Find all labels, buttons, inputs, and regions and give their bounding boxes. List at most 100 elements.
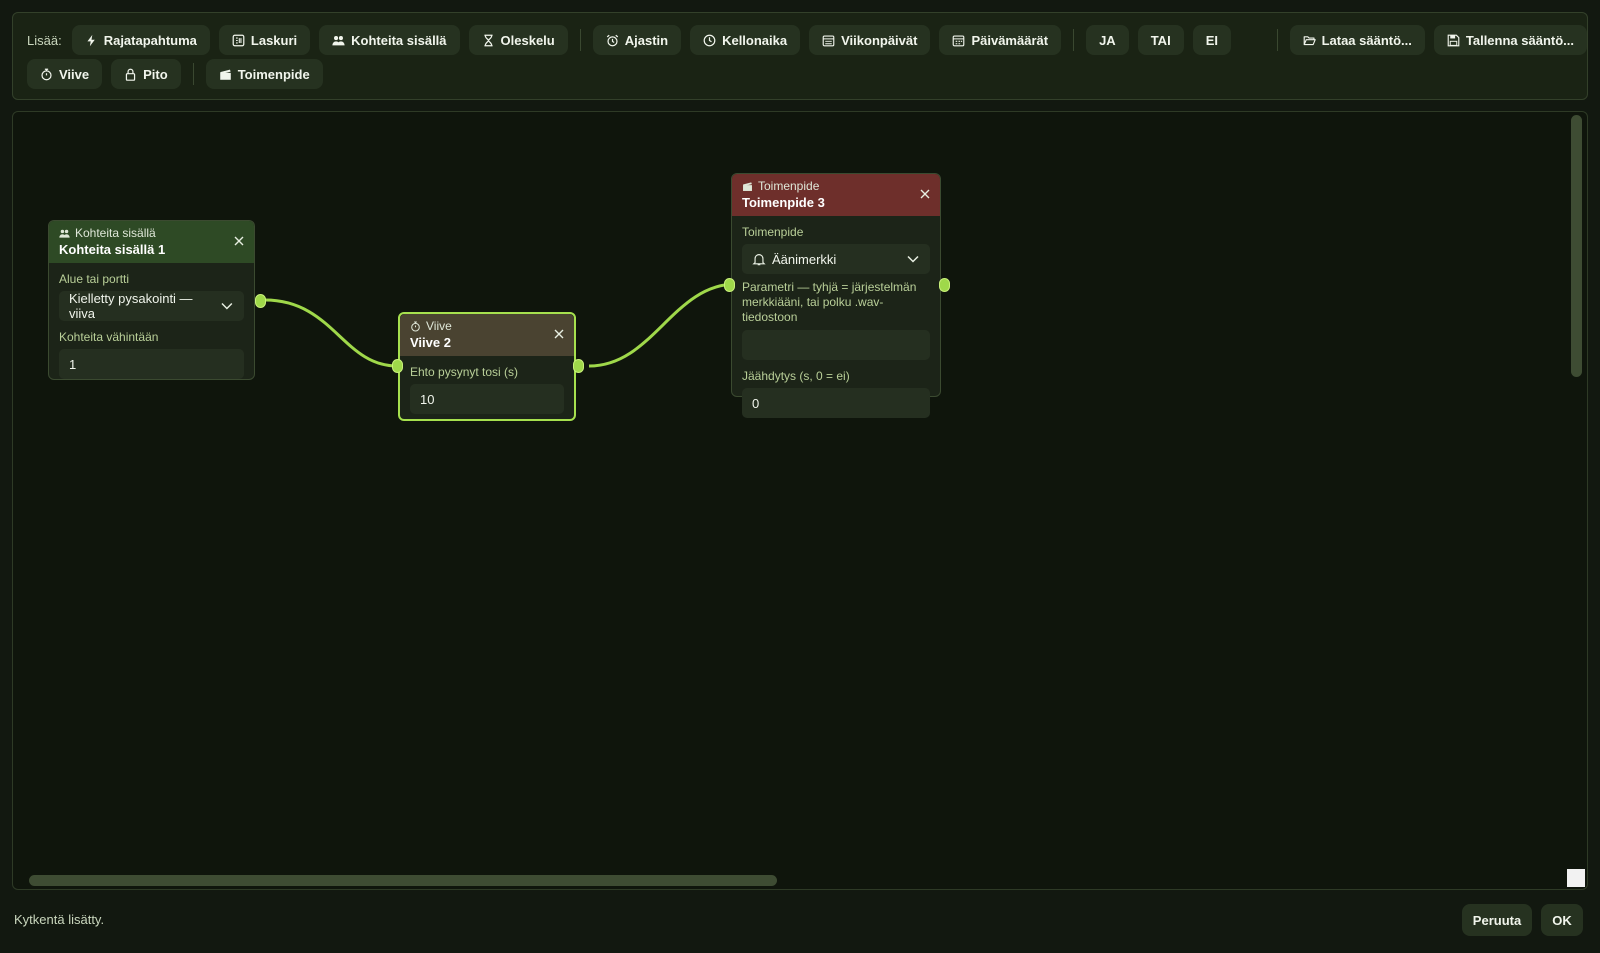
calendar-week-icon [822, 34, 835, 46]
add-not-button[interactable]: EI [1192, 25, 1231, 55]
bolt-icon [87, 34, 95, 46]
toolbar-row-1: Lisää: Rajatapahtuma Laskuri Kohteita si… [27, 25, 1587, 55]
area-label: Alue tai portti [59, 272, 130, 286]
button-label: Oleskelu [500, 32, 555, 48]
area-select[interactable]: Kielletty pysakointi — viiva [59, 291, 244, 321]
min-objects-input[interactable]: 1 [59, 349, 244, 379]
node-header[interactable]: Viive Viive 2 [400, 314, 574, 356]
add-action-button[interactable]: Toimenpide [205, 59, 323, 89]
clock-icon [703, 34, 716, 46]
add-and-button[interactable]: JA [1086, 25, 1129, 55]
toolbar-divider [579, 29, 581, 51]
counter-icon [232, 34, 245, 46]
add-weekdays-button[interactable]: Viikonpäivät [809, 25, 931, 55]
node-header[interactable]: Toimenpide Toimenpide 3 [732, 174, 940, 216]
node-type: Kohteita sisällä [75, 226, 156, 240]
bell-icon [752, 254, 766, 266]
clapperboard-icon [743, 181, 752, 191]
cancel-button[interactable]: Peruuta [1462, 904, 1532, 936]
add-label: Lisää: [27, 32, 62, 48]
toolbar-divider [192, 63, 194, 85]
parameter-label: Parametri — tyhjä = järjestelmän merkkiä… [742, 280, 917, 324]
node-type: Toimenpide [758, 179, 820, 193]
button-label: Pito [143, 66, 168, 82]
connection-wire[interactable] [264, 298, 398, 368]
output-port[interactable] [939, 278, 950, 292]
toolbar: Lisää: Rajatapahtuma Laskuri Kohteita si… [12, 12, 1588, 100]
button-label: Laskuri [250, 32, 298, 48]
add-dates-button[interactable]: Päivämäärät [939, 25, 1062, 55]
node-delay[interactable]: Viive Viive 2 Ehto pysynyt tosi (s) 10 [392, 312, 584, 421]
node-title[interactable]: Viive 2 [410, 335, 564, 350]
stopwatch-icon [411, 321, 420, 331]
add-time-of-day-button[interactable]: Kellonaika [690, 25, 801, 55]
cooldown-input[interactable]: 0 [742, 388, 930, 418]
output-port[interactable] [255, 294, 266, 308]
node-action[interactable]: Toimenpide Toimenpide 3 Toimenpide Äänim… [724, 173, 950, 418]
toolbar-divider [1073, 29, 1075, 51]
hourglass-icon [483, 34, 493, 46]
add-dwell-button[interactable]: Oleskelu [468, 25, 568, 55]
people-icon [332, 35, 345, 45]
button-label: Toimenpide [237, 66, 310, 82]
close-icon[interactable] [233, 235, 245, 247]
save-icon [1447, 34, 1460, 46]
load-rule-button[interactable]: Lataa sääntö... [1289, 25, 1425, 55]
action-type-value: Äänimerkki [772, 251, 837, 267]
toolbar-divider [1276, 29, 1278, 51]
vertical-scrollbar[interactable] [1571, 115, 1582, 377]
input-port[interactable] [392, 359, 403, 373]
node-type: Viive [426, 319, 452, 333]
calendar-icon [953, 34, 965, 46]
lock-icon [125, 68, 136, 81]
condition-duration-input[interactable]: 10 [410, 384, 564, 414]
action-type-select[interactable]: Äänimerkki [742, 244, 930, 274]
add-timer-button[interactable]: Ajastin [592, 25, 682, 55]
chevron-down-icon [221, 303, 233, 310]
button-label: Kellonaika [722, 32, 788, 48]
people-icon [59, 229, 70, 238]
alarm-icon [606, 34, 618, 46]
button-label: Ajastin [624, 32, 669, 48]
clapperboard-icon [219, 69, 231, 80]
action-type-label: Toimenpide [742, 225, 804, 239]
condition-duration-label: Ehto pysynyt tosi (s) [410, 365, 519, 379]
cooldown-label: Jäähdytys (s, 0 = ei) [742, 369, 850, 383]
toolbar-row-2: Viive Pito Toimenpide [27, 59, 332, 89]
button-label: JA [1099, 32, 1116, 48]
parameter-input[interactable] [742, 330, 930, 360]
add-boundary-event-button[interactable]: Rajatapahtuma [71, 25, 210, 55]
status-message: Kytkentä lisätty. [14, 912, 105, 927]
add-objects-inside-button[interactable]: Kohteita sisällä [319, 25, 460, 55]
chevron-down-icon [907, 255, 919, 263]
stopwatch-icon [41, 68, 52, 80]
button-label: Päivämäärät [971, 32, 1049, 48]
close-icon[interactable] [553, 328, 565, 340]
node-header[interactable]: Kohteita sisällä Kohteita sisällä 1 [49, 221, 254, 263]
add-hold-button[interactable]: Pito [111, 59, 181, 89]
ok-button[interactable]: OK [1541, 904, 1583, 936]
add-counter-button[interactable]: Laskuri [218, 25, 311, 55]
folder-open-icon [1303, 35, 1316, 45]
button-label: TAI [1150, 32, 1171, 48]
horizontal-scrollbar[interactable] [29, 875, 777, 886]
area-value: Kielletty pysakointi — viiva [69, 291, 193, 321]
node-objects-inside[interactable]: Kohteita sisällä Kohteita sisällä 1 Alue… [48, 220, 266, 380]
connection-wire[interactable] [588, 282, 737, 368]
button-label: Kohteita sisällä [351, 32, 447, 48]
min-objects-label: Kohteita vähintään [59, 330, 159, 344]
save-rule-button[interactable]: Tallenna sääntö... [1433, 25, 1587, 55]
button-label: Rajatapahtuma [103, 32, 197, 48]
button-label: Lataa sääntö... [1321, 32, 1412, 48]
button-label: Tallenna sääntö... [1465, 32, 1574, 48]
button-label: Viikonpäivät [841, 32, 918, 48]
node-title[interactable]: Toimenpide 3 [742, 195, 930, 210]
rule-canvas[interactable]: Kohteita sisällä Kohteita sisällä 1 Alue… [12, 111, 1588, 890]
add-or-button[interactable]: TAI [1137, 25, 1184, 55]
output-port[interactable] [573, 359, 584, 373]
button-label: EI [1205, 32, 1218, 48]
close-icon[interactable] [919, 188, 931, 200]
node-title[interactable]: Kohteita sisällä 1 [59, 242, 244, 257]
add-delay-button[interactable]: Viive [27, 59, 103, 89]
input-port[interactable] [724, 278, 735, 292]
